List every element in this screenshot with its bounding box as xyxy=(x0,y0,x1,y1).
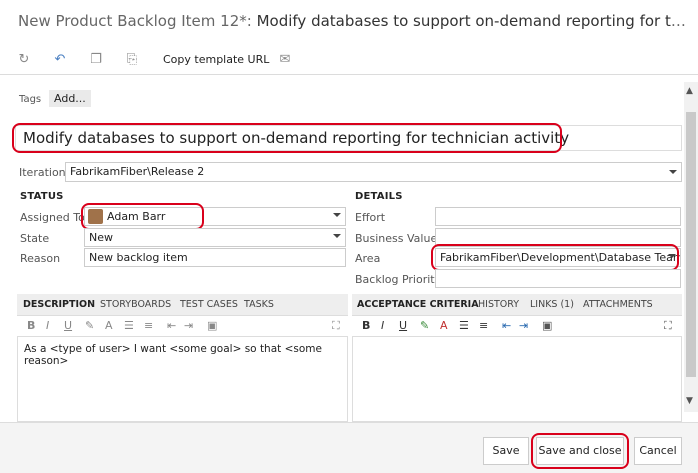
assigned-to-label: Assigned To xyxy=(20,211,85,224)
reason-value: New backlog item xyxy=(89,251,188,264)
right-tabbar: ACCEPTANCE CRITERIA HISTORY LINKS (1) AT… xyxy=(352,294,682,316)
scrollbar[interactable]: ▲ ▼ xyxy=(684,82,698,412)
toolbar: ↻ ↶ ❐ ⎘ Copy template URL ✉ xyxy=(0,44,698,75)
dialog-title-prefix: New Product Backlog Item 12*: xyxy=(18,12,257,30)
copy-template-url-button[interactable]: Copy template URL xyxy=(163,53,269,66)
font-color-icon[interactable]: A xyxy=(440,319,448,332)
tags-label: Tags xyxy=(19,94,42,105)
area-highlight xyxy=(431,244,679,271)
business-value-label: Business Value xyxy=(355,232,438,245)
numbered-list-icon[interactable]: ≡ xyxy=(479,319,488,332)
maximize-icon[interactable]: ⛶ xyxy=(664,319,672,333)
effort-input[interactable] xyxy=(435,207,681,226)
tab-links[interactable]: LINKS (1) xyxy=(530,299,574,310)
title-highlight xyxy=(12,123,562,153)
tab-storyboards[interactable]: STORYBOARDS xyxy=(100,299,171,310)
dialog-footer: Save Save and close Cancel xyxy=(0,422,698,473)
email-icon[interactable]: ✉ xyxy=(277,52,293,68)
font-color-icon[interactable]: A xyxy=(105,319,113,332)
effort-label: Effort xyxy=(355,211,386,224)
status-header: STATUS xyxy=(20,191,64,202)
assigned-to-highlight xyxy=(81,203,204,230)
iteration-value: FabrikamFiber\Release 2 xyxy=(70,165,205,178)
chevron-down-icon xyxy=(333,234,341,238)
tab-test-cases[interactable]: TEST CASES xyxy=(180,299,238,310)
state-select[interactable]: New xyxy=(84,228,346,247)
cancel-button[interactable]: Cancel xyxy=(634,437,682,465)
bullet-list-icon[interactable]: ☰ xyxy=(124,319,134,332)
iteration-label: Iteration xyxy=(19,166,66,179)
image-icon[interactable]: ▣ xyxy=(542,319,552,332)
outdent-icon[interactable]: ⇤ xyxy=(502,319,511,332)
bullet-list-icon[interactable]: ☰ xyxy=(459,319,469,332)
iteration-select[interactable]: FabrikamFiber\Release 2 xyxy=(65,162,682,182)
tab-description[interactable]: DESCRIPTION xyxy=(23,299,95,310)
italic-icon[interactable]: I xyxy=(381,319,384,332)
italic-icon[interactable]: I xyxy=(46,319,49,332)
chevron-down-icon xyxy=(669,170,677,174)
indent-icon[interactable]: ⇥ xyxy=(519,319,528,332)
scrollbar-thumb[interactable] xyxy=(686,112,696,377)
undo-icon[interactable]: ↶ xyxy=(52,52,68,68)
underline-icon[interactable]: U xyxy=(399,319,407,332)
copy-icon[interactable]: ⎘ xyxy=(124,52,140,68)
maximize-icon[interactable]: ⛶ xyxy=(332,319,340,333)
image-icon[interactable]: ▣ xyxy=(207,319,217,332)
scroll-up-icon[interactable]: ▲ xyxy=(686,86,693,96)
description-format-toolbar: B I U ✎ A ☰ ≡ ⇤ ⇥ ▣ ⛶ xyxy=(27,317,347,335)
acceptance-format-toolbar: B I U ✎ A ☰ ≡ ⇤ ⇥ ▣ ⛶ xyxy=(362,317,682,335)
bold-icon[interactable]: B xyxy=(362,319,370,332)
tab-acceptance-criteria[interactable]: ACCEPTANCE CRITERIA xyxy=(357,299,479,310)
outdent-icon[interactable]: ⇤ xyxy=(167,319,176,332)
template-icon[interactable]: ❐ xyxy=(88,52,104,68)
indent-icon[interactable]: ⇥ xyxy=(184,319,193,332)
backlog-priority-input[interactable] xyxy=(435,269,681,288)
state-value: New xyxy=(89,231,113,244)
chevron-down-icon xyxy=(333,213,341,217)
details-header: DETAILS xyxy=(355,191,403,202)
state-label: State xyxy=(20,232,50,245)
dialog-title-main: Modify databases to support on-demand re… xyxy=(256,12,688,30)
area-label: Area xyxy=(355,252,381,265)
highlight-icon[interactable]: ✎ xyxy=(420,319,429,332)
highlight-icon[interactable]: ✎ xyxy=(85,319,94,332)
numbered-list-icon[interactable]: ≡ xyxy=(144,319,153,332)
reason-select[interactable]: New backlog item xyxy=(84,248,346,267)
dialog-title: New Product Backlog Item 12*: Modify dat… xyxy=(18,12,688,30)
tab-tasks[interactable]: TASKS xyxy=(244,299,274,310)
backlog-priority-label: Backlog Priority xyxy=(355,273,442,286)
left-tabbar: DESCRIPTION STORYBOARDS TEST CASES TASKS xyxy=(17,294,348,316)
refresh-icon[interactable]: ↻ xyxy=(16,52,32,68)
tab-attachments[interactable]: ATTACHMENTS xyxy=(583,299,653,310)
scroll-down-icon[interactable]: ▼ xyxy=(686,396,693,406)
tab-history[interactable]: HISTORY xyxy=(478,299,519,310)
save-button[interactable]: Save xyxy=(483,437,529,465)
bold-icon[interactable]: B xyxy=(27,319,35,332)
underline-icon[interactable]: U xyxy=(64,319,72,332)
description-editor[interactable]: As a <type of user> I want <some goal> s… xyxy=(17,336,348,422)
acceptance-criteria-editor[interactable] xyxy=(352,336,682,422)
add-tag-button[interactable]: Add... xyxy=(49,90,91,107)
reason-label: Reason xyxy=(20,252,61,265)
save-and-close-highlight xyxy=(531,433,629,469)
